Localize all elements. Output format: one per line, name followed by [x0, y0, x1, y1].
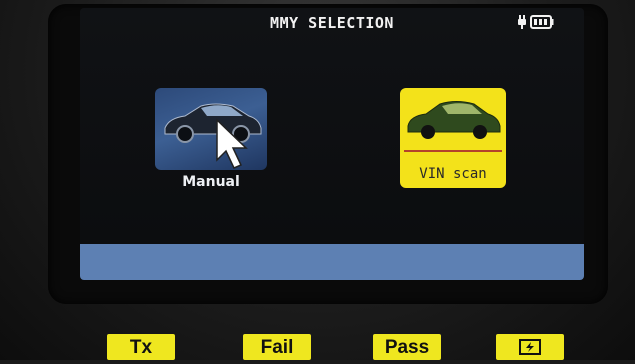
page-title: MMY SELECTION: [270, 14, 394, 32]
car-icon: [407, 101, 501, 139]
manual-option-button[interactable]: [155, 88, 267, 170]
pass-key[interactable]: Pass: [373, 334, 441, 360]
vin-scan-option-button[interactable]: VIN scan: [400, 88, 506, 188]
vin-scan-option-label: VIN scan: [419, 166, 487, 182]
status-bar: [80, 244, 584, 280]
power-status: [516, 15, 554, 29]
device-screen: MMY SELECTION Manual VIN scan: [80, 8, 584, 280]
battery-icon: [530, 15, 554, 29]
battery-charge-icon: [519, 339, 541, 355]
fail-key[interactable]: Fail: [243, 334, 311, 360]
tx-key[interactable]: Tx: [107, 334, 175, 360]
power-key[interactable]: [496, 334, 564, 360]
plug-icon: [516, 15, 528, 29]
car-cursor-icon: [164, 103, 262, 169]
manual-option-label: Manual: [182, 174, 240, 190]
selection-divider: [404, 150, 502, 152]
